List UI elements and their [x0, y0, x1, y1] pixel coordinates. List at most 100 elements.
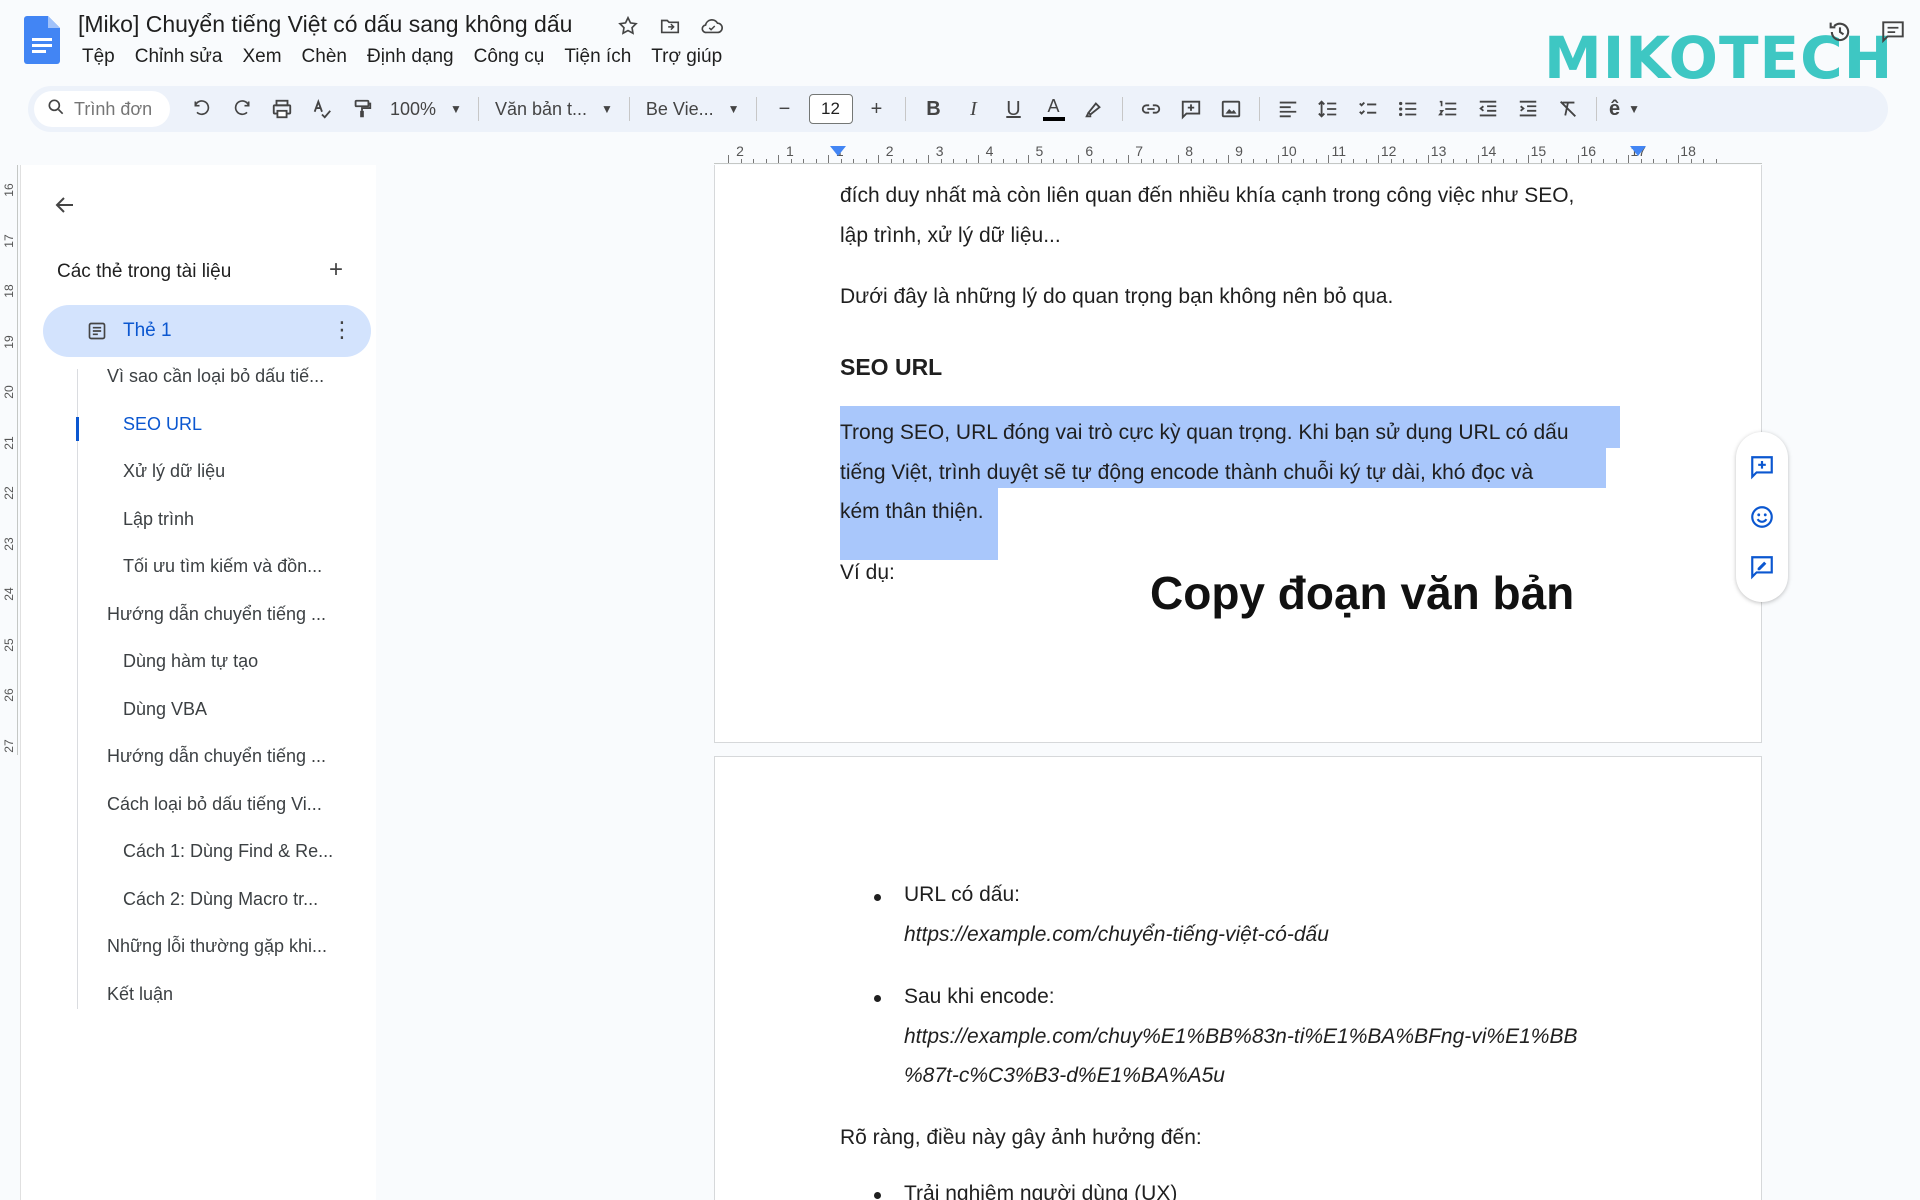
star-icon[interactable]: [616, 14, 640, 38]
outline-item[interactable]: Cách loại bỏ dấu tiếng Vi...: [107, 794, 322, 815]
ruler-tick: [1678, 155, 1679, 163]
outline-item[interactable]: Xử lý dữ liệu: [123, 461, 225, 482]
ruler-tick: [1140, 159, 1142, 163]
align-left-icon[interactable]: [1268, 91, 1308, 127]
bullet-dot: [874, 995, 881, 1002]
bullet-url: https://example.com/chuyển-tiếng-việt-có…: [904, 923, 1329, 946]
ruler-tick: [1515, 159, 1517, 163]
paint-format-icon[interactable]: [342, 91, 382, 127]
ruler-number: 1: [785, 143, 794, 159]
ruler-number: 2: [736, 143, 744, 159]
insert-link-icon[interactable]: [1131, 91, 1171, 127]
outline-item[interactable]: Hướng dẫn chuyển tiếng ...: [107, 604, 326, 625]
ruler-tick: [728, 155, 729, 163]
editing-mode-icon[interactable]: ê ▼: [1605, 91, 1645, 127]
menu-extensions[interactable]: Tiện ích: [554, 44, 641, 70]
italic-button[interactable]: I: [954, 91, 994, 127]
ruler-tick: [1153, 159, 1154, 163]
outline-item[interactable]: Dùng hàm tự tạo: [123, 651, 258, 672]
outline-item[interactable]: Vì sao cần loại bỏ dấu tiế...: [107, 366, 324, 387]
menu-search[interactable]: [34, 91, 170, 127]
menu-tools[interactable]: Công cụ: [464, 44, 555, 70]
ruler-number: 22: [2, 486, 16, 500]
zoom-select[interactable]: 100% ▼: [382, 91, 470, 127]
menu-view[interactable]: Xem: [232, 44, 291, 70]
outline-item[interactable]: Tối ưu tìm kiếm và đồn...: [123, 556, 322, 577]
ruler-tick: [1015, 159, 1017, 163]
back-arrow-icon[interactable]: [49, 189, 81, 221]
increase-indent-icon[interactable]: [1508, 91, 1548, 127]
ruler-tick: [1265, 159, 1267, 163]
outline-item[interactable]: SEO URL: [123, 414, 202, 435]
clear-formatting-icon[interactable]: [1548, 91, 1588, 127]
ruler-tick: [1690, 159, 1692, 163]
bullet-dot: [874, 894, 881, 901]
suggest-edit-icon[interactable]: [1747, 552, 1777, 582]
ruler-tick: [1128, 155, 1129, 163]
ruler-number: 2: [885, 143, 894, 159]
add-comment-icon[interactable]: [1747, 452, 1777, 482]
move-folder-icon[interactable]: [658, 14, 682, 38]
ruler-tick: [828, 155, 829, 163]
document-title[interactable]: [Miko] Chuyển tiếng Việt có dấu sang khô…: [78, 11, 572, 38]
underline-button[interactable]: U: [994, 91, 1034, 127]
ruler-tick: [1665, 159, 1667, 163]
right-indent-marker[interactable]: [1630, 146, 1646, 156]
ruler-number: 23: [2, 536, 16, 551]
outline-item[interactable]: Kết luận: [107, 984, 173, 1005]
menu-help[interactable]: Trợ giúp: [641, 44, 732, 70]
decrease-indent-icon[interactable]: [1468, 91, 1508, 127]
ruler-tick: [1603, 159, 1604, 163]
emoji-reaction-icon[interactable]: [1747, 502, 1777, 532]
ruler-number: 9: [1235, 143, 1243, 159]
comments-icon[interactable]: [1880, 18, 1906, 51]
checklist-icon[interactable]: [1348, 91, 1388, 127]
tab-item-active[interactable]: Thẻ 1 ⋮: [43, 305, 371, 357]
outline-item[interactable]: Cách 2: Dùng Macro tr...: [123, 889, 318, 910]
decrease-font-size-icon[interactable]: −: [765, 91, 805, 127]
font-size-input[interactable]: 12: [808, 94, 853, 124]
print-icon[interactable]: [262, 91, 302, 127]
line-spacing-icon[interactable]: [1308, 91, 1348, 127]
ruler-number: 6: [1085, 143, 1094, 159]
redo-icon[interactable]: [222, 91, 262, 127]
highlight-color-icon[interactable]: [1074, 91, 1114, 127]
bulleted-list-icon[interactable]: [1388, 91, 1428, 127]
toolbar-divider: [755, 97, 757, 121]
bullet-url: %87t-c%C3%B3-d%E1%BA%A5u: [904, 1064, 1225, 1087]
outline-item[interactable]: Hướng dẫn chuyển tiếng ...: [107, 746, 326, 767]
increase-font-size-icon[interactable]: +: [857, 91, 897, 127]
outline-item[interactable]: Dùng VBA: [123, 699, 207, 720]
spellcheck-icon[interactable]: [302, 91, 342, 127]
left-indent-marker[interactable]: [830, 146, 846, 156]
heading-seo-url: SEO URL: [840, 354, 943, 380]
outline-item[interactable]: Cách 1: Dùng Find & Re...: [123, 841, 333, 862]
add-comment-icon[interactable]: [1171, 91, 1211, 127]
more-vert-icon[interactable]: ⋮: [331, 317, 353, 343]
menu-search-input[interactable]: [74, 98, 160, 120]
cloud-saved-icon[interactable]: [700, 14, 724, 38]
ruler-tick: [978, 155, 979, 163]
chevron-down-icon: ▼: [601, 102, 613, 116]
menu-edit[interactable]: Chỉnh sửa: [125, 44, 233, 70]
outline-item[interactable]: Những lỗi thường gặp khi...: [107, 936, 327, 957]
ruler-tick: [1115, 159, 1117, 163]
bold-button[interactable]: B: [914, 91, 954, 127]
top-header: [Miko] Chuyển tiếng Việt có dấu sang khô…: [0, 0, 1920, 92]
insert-image-icon[interactable]: [1211, 91, 1251, 127]
text-color-button[interactable]: A: [1034, 91, 1074, 127]
menu-file[interactable]: Tệp: [72, 44, 125, 70]
menu-insert[interactable]: Chèn: [292, 44, 357, 70]
menu-format[interactable]: Định dạng: [357, 44, 464, 70]
add-tab-button[interactable]: +: [321, 255, 351, 285]
ruler-number: 19: [2, 334, 16, 349]
docs-logo-icon[interactable]: [24, 16, 60, 64]
ruler-tick: [740, 159, 742, 163]
version-history-icon[interactable]: [1826, 18, 1854, 51]
outline-item[interactable]: Lập trình: [123, 509, 194, 530]
ruler-tick: [1390, 159, 1392, 163]
undo-icon[interactable]: [182, 91, 222, 127]
numbered-list-icon[interactable]: [1428, 91, 1468, 127]
paragraph-style-select[interactable]: Văn bản t... ▼: [487, 91, 621, 127]
font-select[interactable]: Be Vie... ▼: [638, 91, 748, 127]
